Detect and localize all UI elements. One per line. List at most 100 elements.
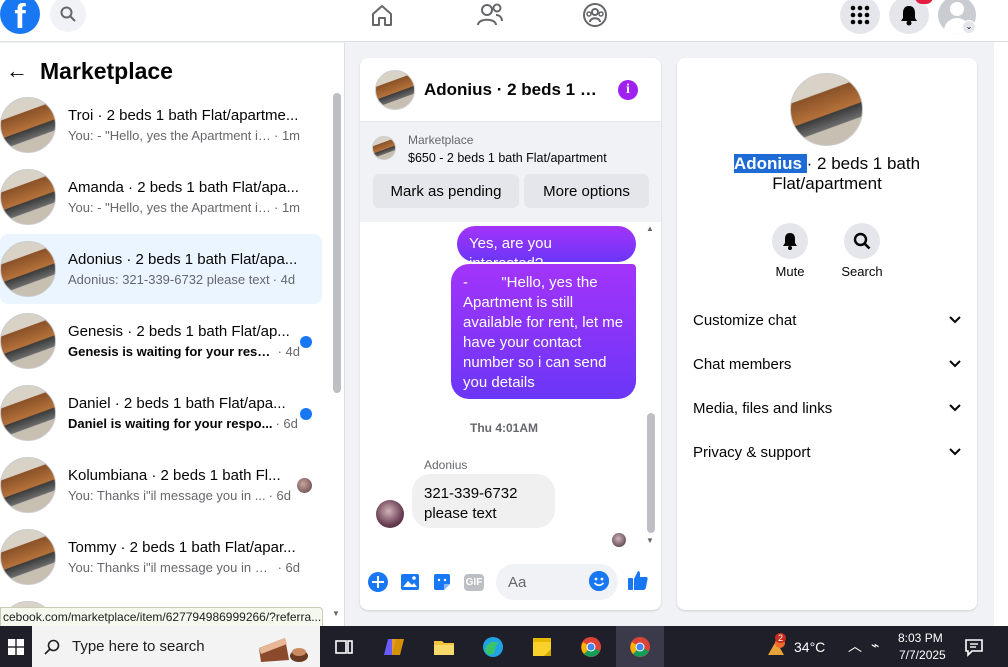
chevron-up-icon[interactable]: ︿ — [848, 636, 862, 656]
cake-illustration-icon — [259, 638, 308, 662]
conversation-name: Daniel · 2 beds 1 bath Flat/apa... — [68, 395, 286, 412]
chrome-button[interactable] — [579, 635, 603, 659]
unread-dot — [300, 408, 312, 420]
file-explorer-button[interactable] — [432, 635, 456, 659]
conversation-item-tommy[interactable]: Tommy · 2 beds 1 bath Flat/apar... You: … — [0, 522, 322, 592]
facebook-logo[interactable]: f — [0, 0, 40, 36]
chevron-down-icon — [949, 404, 961, 412]
photo-button[interactable] — [399, 571, 421, 593]
section-chat-members[interactable]: Chat members — [693, 352, 961, 376]
left-scrollbar[interactable] — [333, 93, 341, 393]
taskbar-time[interactable]: 8:03 PM — [898, 631, 943, 645]
message-line: - "Hello, yes the — [463, 274, 598, 291]
like-button[interactable] — [627, 569, 649, 591]
task-view-button[interactable] — [332, 635, 356, 659]
info-icon[interactable]: i — [618, 80, 638, 100]
listing-thumbnail[interactable] — [790, 73, 863, 146]
marketplace-label: Marketplace — [408, 133, 474, 147]
chat-header: Adonius · 2 beds 1 ba... i — [360, 58, 661, 122]
conversation-time: · 4d — [277, 344, 300, 359]
conversation-name: Kolumbiana · 2 beds 1 bath Fl... — [68, 467, 281, 484]
section-customize-chat[interactable]: Customize chat — [693, 308, 961, 332]
back-arrow-icon[interactable]: ← — [6, 58, 30, 84]
friends-tab[interactable] — [475, 0, 505, 30]
incoming-message[interactable]: 321-339-6732 please text — [412, 474, 555, 528]
taskbar-search-placeholder: Type here to search — [72, 638, 205, 655]
conversation-name: Adonius · 2 beds 1 bath Flat/apa... — [68, 251, 298, 268]
sticker-icon — [434, 574, 450, 590]
chat-bubble-icon — [965, 639, 983, 657]
chevron-down-icon[interactable]: ⌄ — [962, 20, 976, 34]
folder-icon — [434, 641, 454, 655]
home-tab[interactable] — [367, 0, 397, 30]
edge-browser-button[interactable] — [481, 635, 505, 659]
outgoing-message[interactable]: - "Hello, yes the Apartment is still ava… — [451, 264, 636, 399]
home-icon — [372, 5, 392, 26]
emoji-button[interactable] — [589, 571, 609, 591]
add-attachment-button[interactable] — [367, 571, 389, 593]
listing-description[interactable]: $650 - 2 beds 1 bath Flat/apartment — [408, 151, 607, 165]
conversation-snippet: Daniel is waiting for your respo... — [68, 416, 273, 431]
chrome-profile-button[interactable] — [628, 635, 652, 659]
listing-thumbnail — [0, 385, 56, 441]
listing-title: Adonius · 2 beds 1 bath Flat/apartment — [677, 154, 977, 194]
conversation-item-adonius[interactable]: Adonius · 2 beds 1 bath Flat/apa... Adon… — [0, 234, 322, 304]
weather-temperature[interactable]: 34°C — [794, 639, 825, 655]
menu-button[interactable] — [840, 0, 880, 34]
taskbar-date[interactable]: 7/7/2025 — [899, 648, 946, 662]
message-line: you details — [463, 374, 535, 391]
weather-badge: 2 — [775, 633, 787, 643]
copilot-button[interactable] — [382, 635, 406, 659]
notification-center-button[interactable] — [962, 635, 986, 659]
gif-button[interactable]: GIF — [463, 571, 485, 593]
notifications-button[interactable] — [889, 0, 933, 34]
chat-scrollbar[interactable] — [647, 413, 655, 533]
marketplace-conversations-panel: ← Marketplace Troi · 2 beds 1 bath Flat/… — [0, 43, 345, 626]
sticky-notes-button[interactable] — [530, 635, 554, 659]
mark-as-pending-button[interactable]: Mark as pending — [373, 174, 519, 208]
message-line: 321-339-6732 — [424, 485, 518, 502]
conversation-item-daniel[interactable]: Daniel · 2 beds 1 bath Flat/apa... Danie… — [0, 378, 322, 448]
conversation-snippet: You: Thanks i"il message you in a ... — [68, 560, 275, 575]
sticker-button[interactable] — [431, 571, 453, 593]
message-timestamp: Thu 4:01AM — [470, 421, 539, 435]
conversation-item-genesis[interactable]: Genesis · 2 beds 1 bath Flat/ap... Genes… — [0, 306, 322, 376]
scroll-down-arrow-icon[interactable]: ▼ — [332, 609, 340, 618]
conversation-item-kolumbiana[interactable]: Kolumbiana · 2 beds 1 bath Fl... You: Th… — [0, 450, 322, 520]
sender-avatar[interactable] — [376, 500, 404, 528]
conversation-snippet: You: - "Hello, yes the Apartment is ... — [68, 200, 271, 215]
chevron-down-icon — [949, 448, 961, 456]
message-line: Apartment is still — [463, 294, 574, 311]
section-label: Chat members — [693, 355, 792, 373]
conversation-item-amanda[interactable]: Amanda · 2 beds 1 bath Flat/apa... You: … — [0, 162, 322, 232]
conversation-time: · 1m — [274, 200, 300, 215]
grid-menu-icon — [850, 5, 870, 25]
task-view-icon — [335, 640, 353, 654]
listing-thumbnail — [372, 136, 396, 160]
scroll-up-arrow-icon[interactable]: ▲ — [646, 224, 654, 233]
listing-thumbnail — [0, 457, 56, 513]
conversation-item-troi[interactable]: Troi · 2 beds 1 bath Flat/apartme... You… — [0, 90, 322, 160]
outgoing-message[interactable]: Yes, are you interested? — [457, 226, 636, 272]
message-line: number so i can send — [463, 354, 607, 371]
chat-panel: Adonius · 2 beds 1 ba... i Marketplace $… — [360, 58, 661, 610]
marketplace-listing-bar: Marketplace $650 - 2 beds 1 bath Flat/ap… — [360, 122, 661, 222]
search-in-chat-button[interactable] — [844, 223, 880, 259]
section-media-files-links[interactable]: Media, files and links — [693, 396, 961, 420]
more-options-button[interactable]: More options — [524, 174, 649, 208]
section-privacy-support[interactable]: Privacy & support — [693, 440, 961, 464]
unread-dot — [300, 336, 312, 348]
scroll-down-arrow-icon[interactable]: ▼ — [646, 536, 654, 545]
page-scrollbar[interactable] — [994, 42, 1008, 626]
mute-button[interactable] — [772, 223, 808, 259]
conversation-time: · 6d — [277, 560, 300, 575]
network-icon[interactable]: ⌁ — [871, 637, 879, 654]
groups-tab[interactable] — [580, 0, 610, 30]
conversation-name: Genesis · 2 beds 1 bath Flat/ap... — [68, 323, 290, 340]
start-button[interactable] — [0, 626, 32, 667]
search-button[interactable] — [50, 0, 86, 32]
photo-icon — [401, 574, 419, 590]
chat-avatar[interactable] — [375, 69, 415, 110]
chat-title[interactable]: Adonius · 2 beds 1 ba... — [424, 80, 604, 100]
read-receipt-avatar — [612, 533, 626, 547]
